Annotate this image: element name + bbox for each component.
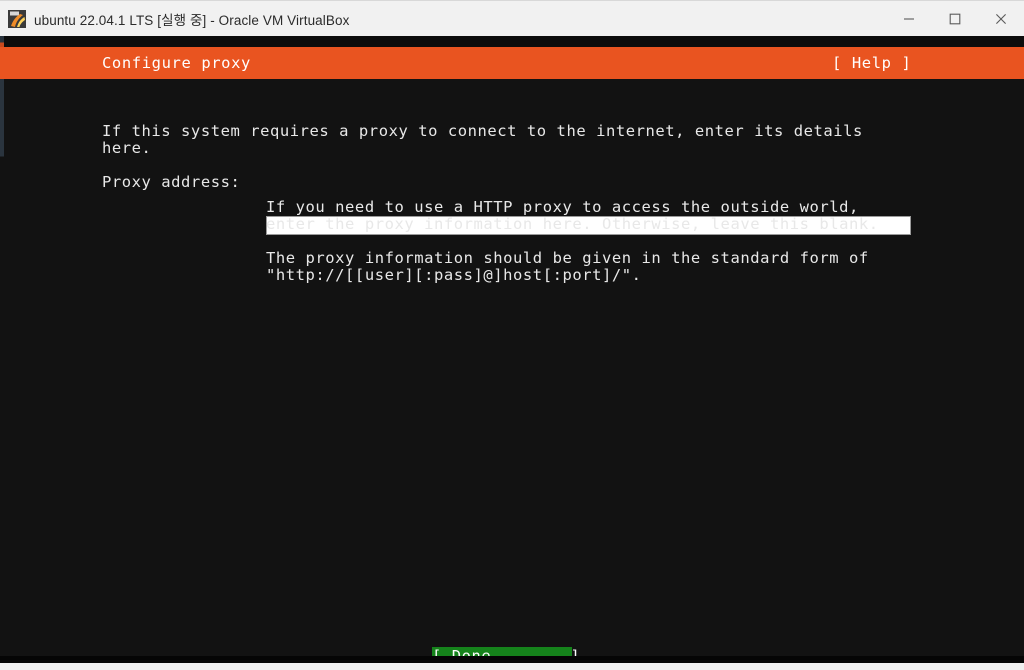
guest-screen: Configure proxy [ Help ] If this system … [0, 36, 1024, 663]
window-title: ubuntu 22.04.1 LTS [실행 중] - Oracle VM Vi… [34, 12, 350, 28]
proxy-help-line-3: The proxy information should be given in… [266, 249, 869, 267]
intro-text-line-1: If this system requires a proxy to conne… [102, 122, 863, 140]
screen-bottom-edge [0, 656, 1024, 663]
installer-body: If this system requires a proxy to conne… [0, 79, 1024, 663]
minimize-icon[interactable] [886, 1, 932, 37]
proxy-help-line-4: "http://[[user][:pass]@]host[:port]/". [266, 266, 642, 284]
window-controls [886, 1, 1024, 37]
help-button[interactable]: [ Help ] [832, 52, 911, 74]
virtualbox-icon [8, 9, 26, 28]
proxy-address-label: Proxy address: [102, 173, 241, 191]
maximize-icon[interactable] [932, 1, 978, 37]
window-titlebar: ubuntu 22.04.1 LTS [실행 중] - Oracle VM Vi… [0, 0, 1024, 36]
proxy-help-line-2: enter the proxy information here. Otherw… [266, 215, 879, 233]
screen-top-gap [0, 36, 1024, 47]
virtualbox-window: ubuntu 22.04.1 LTS [실행 중] - Oracle VM Vi… [0, 0, 1024, 670]
close-icon[interactable] [978, 1, 1024, 37]
intro-text-line-2: here. [102, 139, 152, 157]
page-title: Configure proxy [102, 54, 251, 72]
installer-header-bar: Configure proxy [ Help ] [0, 47, 1024, 79]
proxy-help-line-1: If you need to use a HTTP proxy to acces… [266, 198, 859, 216]
